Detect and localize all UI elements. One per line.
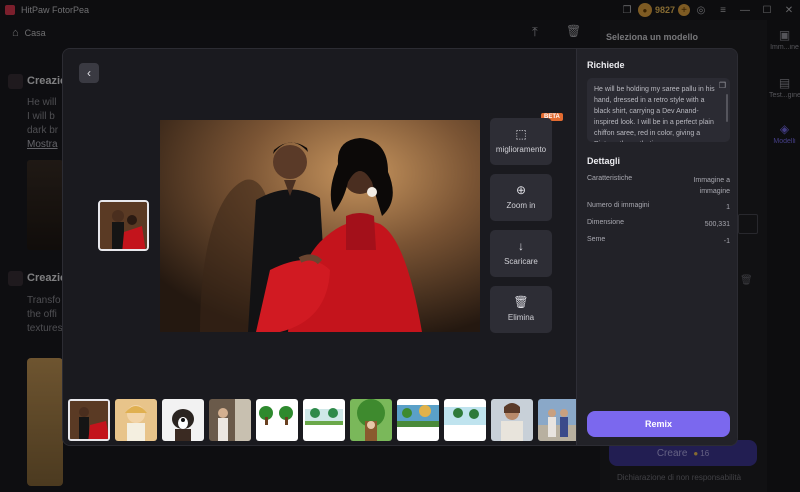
enhance-button[interactable]: ⬚ miglioramento [490,118,552,165]
details-panel: Richiede He will be holding my saree pal… [576,49,737,445]
zoom-in-button[interactable]: ⊕ Zoom in [490,174,552,221]
detail-row-features: Caratteristiche Immagine a immagine [587,175,730,195]
chevron-left-icon: ‹ [87,66,91,80]
remix-button[interactable]: Remix [587,411,730,437]
thumbnail-couple[interactable] [68,399,110,441]
thumbnail-couple-outdoor[interactable] [538,399,576,441]
prompt-scrollbar[interactable] [726,94,728,122]
download-button[interactable]: ↓ Scaricare [490,230,552,277]
thumbnail-cartoon-landscape[interactable] [397,399,439,441]
generated-image [160,120,480,332]
back-button[interactable]: ‹ [79,63,99,83]
source-thumbnail[interactable] [98,200,149,251]
zoom-in-icon: ⊕ [515,183,527,197]
thumbnail-tree-character[interactable] [350,399,392,441]
image-detail-modal: ‹ BETA ⬚ miglioramento ⊕ Zoom in ↓ Scari… [62,48,738,446]
prompt-text: He will be holding my saree pallu in his… [594,86,715,142]
trash-icon: 🗑 [513,295,529,309]
thumbnail-puppy[interactable] [162,399,204,441]
thumbnail-strip [68,399,576,443]
details-heading: Dettagli [587,156,621,166]
download-icon: ↓ [518,239,524,253]
thumbnail-cartoon-trees-3[interactable] [444,399,486,441]
enhance-icon: ⬚ [515,127,527,141]
thumbnail-woman[interactable] [209,399,251,441]
delete-button[interactable]: 🗑 Elimina [490,286,552,333]
thumbnail-cartoon-trees-2[interactable] [303,399,345,441]
thumbnail-cartoon-girl[interactable] [115,399,157,441]
preview-area: ‹ BETA ⬚ miglioramento ⊕ Zoom in ↓ Scari… [63,49,576,445]
thumbnail-bearded-man[interactable] [491,399,533,441]
prompt-heading: Richiede [587,60,625,70]
copy-icon[interactable]: ❐ [719,81,726,90]
thumbnail-cartoon-trees[interactable] [256,399,298,441]
prompt-box[interactable]: He will be holding my saree pallu in his… [587,78,730,142]
